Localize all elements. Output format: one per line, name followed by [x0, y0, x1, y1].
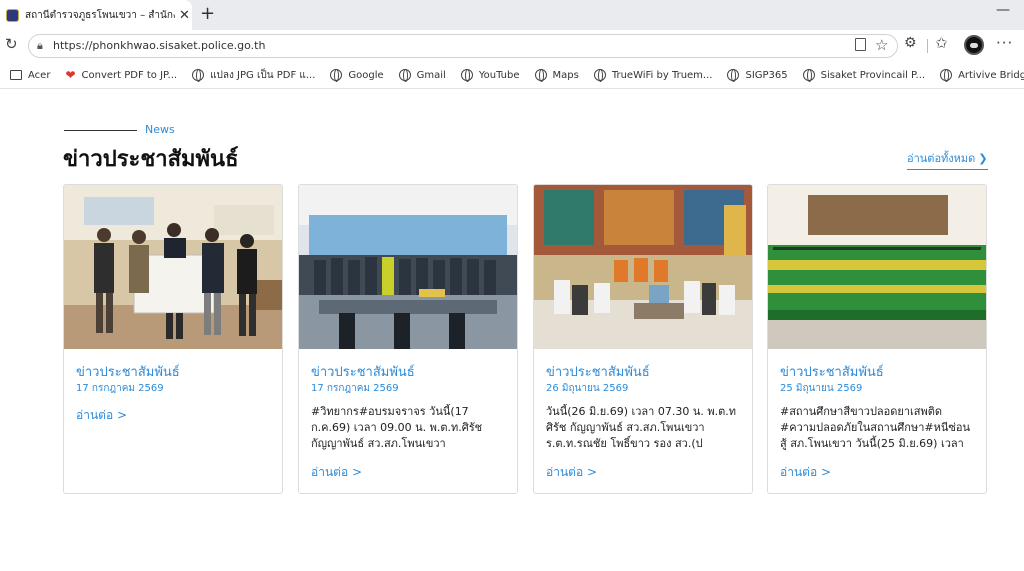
globe-icon — [330, 69, 343, 82]
news-photo[interactable] — [534, 185, 752, 349]
url-text[interactable]: https://phonkhwao.sisaket.police.go.th — [53, 39, 265, 52]
bookmark-artivive-bridge[interactable]: Artivive Bridge — [940, 69, 1024, 82]
bookmark-sigp365[interactable]: SIGP365 — [727, 69, 788, 82]
tab-close-icon[interactable]: ✕ — [179, 8, 190, 23]
globe-icon — [593, 69, 606, 82]
globe-icon — [460, 69, 473, 82]
bookmark-youtube[interactable]: YouTube — [460, 69, 520, 82]
window-minimize-icon[interactable]: — — [996, 2, 1010, 18]
chevron-right-icon: ❯ — [978, 152, 988, 165]
news-card[interactable]: ข่าวประชาสัมพันธ์ 17 กรกฎาคม 2569 อ่านต่… — [63, 184, 283, 494]
read-all-label: อ่านต่อทั้งหมด — [907, 152, 976, 165]
refresh-icon[interactable]: ↻ — [5, 35, 18, 53]
news-photo[interactable] — [299, 185, 517, 349]
new-tab-button[interactable]: + — [200, 3, 215, 25]
more-menu-icon[interactable]: ··· — [996, 34, 1013, 52]
read-more-link[interactable]: อ่านต่อ > — [780, 463, 831, 482]
bookmark-label: Convert PDF to JP... — [81, 69, 178, 81]
card-date: 26 มิถุนายน 2569 — [546, 383, 629, 394]
toolbar-divider — [927, 39, 928, 53]
bookmark-sisaket-provincial[interactable]: Sisaket Provincail P... — [802, 69, 926, 82]
tab-title: สถานีตำรวจภูธรโพนเขวา – สำนักงานตำ — [25, 9, 175, 21]
bookmark-label: Acer — [28, 69, 51, 81]
bookmark-convert-pdf[interactable]: ❤ Convert PDF to JP... — [65, 69, 177, 81]
bookmark-truewifi[interactable]: TrueWiFi by Truem... — [593, 69, 713, 82]
card-title[interactable]: ข่าวประชาสัมพันธ์ — [76, 361, 180, 382]
globe-icon — [534, 69, 547, 82]
favorites-icon[interactable]: ✩ — [935, 34, 948, 52]
globe-icon — [802, 69, 815, 82]
globe-icon — [727, 69, 740, 82]
bookmark-jpg-to-pdf[interactable]: แปลง JPG เป็น PDF แ... — [192, 68, 315, 83]
bookmark-label: Gmail — [416, 69, 446, 81]
read-more-link[interactable]: อ่านต่อ > — [546, 463, 597, 482]
address-bar[interactable]: 🔒︎ https://phonkhwao.sisaket.police.go.t… — [28, 34, 898, 58]
card-excerpt: #วิทยากร#อบรมจราจร วันนี้(17 ก.ค.69) เวล… — [311, 405, 483, 450]
read-all-link[interactable]: อ่านต่อทั้งหมด ❯ — [907, 149, 988, 170]
card-date: 17 กรกฎาคม 2569 — [76, 383, 164, 394]
bookmark-label: TrueWiFi by Truem... — [611, 69, 713, 81]
add-favorite-star-icon[interactable]: ☆ — [875, 36, 888, 54]
bookmark-label: Artivive Bridge — [958, 69, 1024, 81]
card-title[interactable]: ข่าวประชาสัมพันธ์ — [311, 361, 415, 382]
bookmark-maps[interactable]: Maps — [534, 69, 579, 82]
globe-icon — [940, 69, 953, 82]
bookmark-acer[interactable]: Acer — [10, 70, 50, 81]
bookmarks-bar: Acer ❤ Convert PDF to JP... แปลง JPG เป็… — [0, 62, 1024, 89]
bookmark-label: YouTube — [478, 69, 520, 81]
globe-icon — [398, 69, 411, 82]
card-title[interactable]: ข่าวประชาสัมพันธ์ — [780, 361, 884, 382]
police-badge-favicon-icon — [6, 8, 19, 22]
globe-icon — [192, 69, 205, 82]
bookmark-label: Sisaket Provincail P... — [820, 69, 926, 81]
news-section: News ข่าวประชาสัมพันธ์ อ่านต่อทั้งหมด❯ — [0, 89, 1024, 571]
site-info-lock-icon[interactable]: 🔒︎ — [37, 39, 43, 53]
folder-icon — [10, 70, 22, 80]
bookmark-label: แปลง JPG เป็น PDF แ... — [210, 69, 316, 81]
bookmark-label: SIGP365 — [745, 69, 788, 81]
card-title[interactable]: ข่าวประชาสัมพันธ์ — [546, 361, 650, 382]
bookmark-gmail[interactable]: Gmail — [398, 69, 446, 82]
reader-mode-icon[interactable] — [855, 38, 866, 51]
bookmark-label: Google — [348, 69, 384, 81]
heart-icon: ❤ — [65, 68, 76, 82]
bookmark-google[interactable]: Google — [330, 69, 384, 82]
extensions-puzzle-icon[interactable]: ⚙︎ — [904, 35, 917, 51]
card-date: 17 กรกฎาคม 2569 — [311, 383, 399, 394]
news-photo[interactable] — [768, 185, 986, 349]
browser-tab-active[interactable]: สถานีตำรวจภูธรโพนเขวา – สำนักงานตำ ✕ — [0, 0, 192, 30]
news-photo[interactable] — [64, 185, 282, 349]
read-more-link[interactable]: อ่านต่อ > — [311, 463, 362, 482]
profile-avatar[interactable] — [964, 35, 984, 55]
read-more-link[interactable]: อ่านต่อ > — [76, 406, 127, 425]
news-card[interactable]: ข่าวประชาสัมพันธ์ 26 มิถุนายน 2569 วันนี… — [533, 184, 753, 494]
bookmark-label: Maps — [552, 69, 579, 81]
card-date: 25 มิถุนายน 2569 — [780, 383, 863, 394]
news-card[interactable]: ข่าวประชาสัมพันธ์ 25 มิถุนายน 2569 #สถาน… — [767, 184, 987, 494]
section-title: ข่าวประชาสัมพันธ์ — [63, 147, 239, 172]
card-excerpt: วันนี้(26 มิ.ย.69) เวลา 07.30 น. พ.ต.ท ศ… — [546, 405, 736, 450]
browser-tab-strip: สถานีตำรวจภูธรโพนเขวา – สำนักงานตำ ✕ + — — [0, 0, 1024, 30]
card-excerpt: #สถานศึกษาสีขาวปลอดยาเสพติด #ความปลอดภัย… — [780, 405, 970, 450]
news-card[interactable]: ข่าวประชาสัมพันธ์ 17 กรกฎาคม 2569 #วิทยา… — [298, 184, 518, 494]
section-eyebrow: News — [145, 123, 175, 136]
browser-toolbar: ↻ 🔒︎ https://phonkhwao.sisaket.police.go… — [0, 30, 1024, 62]
eyebrow-rule — [64, 130, 137, 131]
